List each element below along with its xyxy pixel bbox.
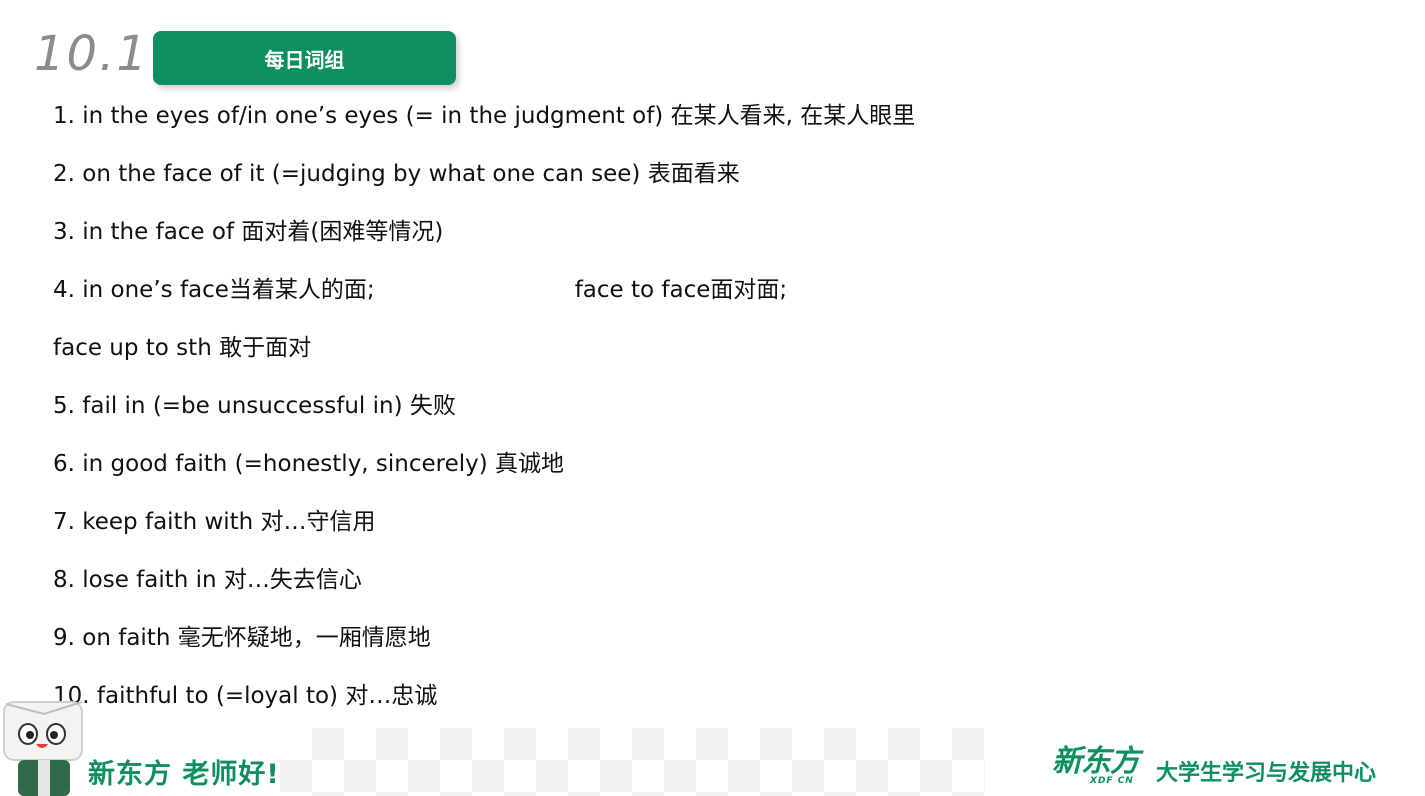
phrase-item: 6. in good faith (=honestly, sincerely) … (53, 451, 565, 477)
phrase-item: 3. in the face of 面对着(困难等情况) (53, 219, 444, 245)
center-name: 大学生学习与发展中心 (1156, 761, 1377, 786)
phrase-item-4-extra: face to face面对面; (574, 277, 788, 303)
phrase-item: 2. on the face of it (=judging by what o… (53, 161, 740, 187)
date-label: 10.1 (34, 26, 149, 82)
xdf-logo: 新东方 XDF CN (1052, 746, 1142, 792)
phrase-item-4-main: 4. in one’s face当着某人的面; (53, 277, 375, 303)
phrase-item: face up to sth 敢于面对 (53, 335, 312, 361)
phrase-item: 1. in the eyes of/in one’s eyes (= in th… (53, 103, 916, 129)
footer-pattern (280, 728, 985, 796)
logo-wordmark: 新东方 (1052, 744, 1140, 779)
phrase-item-4: 4. in one’s face当着某人的面; face to face面对面; (53, 274, 915, 332)
mascot-icon (3, 701, 83, 796)
title-badge: 每日词组 (153, 31, 456, 85)
phrase-item: 9. on faith 毫无怀疑地，一厢情愿地 (53, 625, 431, 651)
phrase-item: 7. keep faith with 对…守信用 (53, 509, 376, 535)
phrase-item: 5. fail in (=be unsuccessful in) 失败 (53, 393, 456, 419)
phrase-list: 1. in the eyes of/in one’s eyes (= in th… (53, 100, 915, 738)
phrase-item: 8. lose faith in 对…失去信心 (53, 567, 362, 593)
logo-subtext: XDF CN (1090, 776, 1134, 786)
slogan: 新东方 老师好! (88, 759, 280, 790)
